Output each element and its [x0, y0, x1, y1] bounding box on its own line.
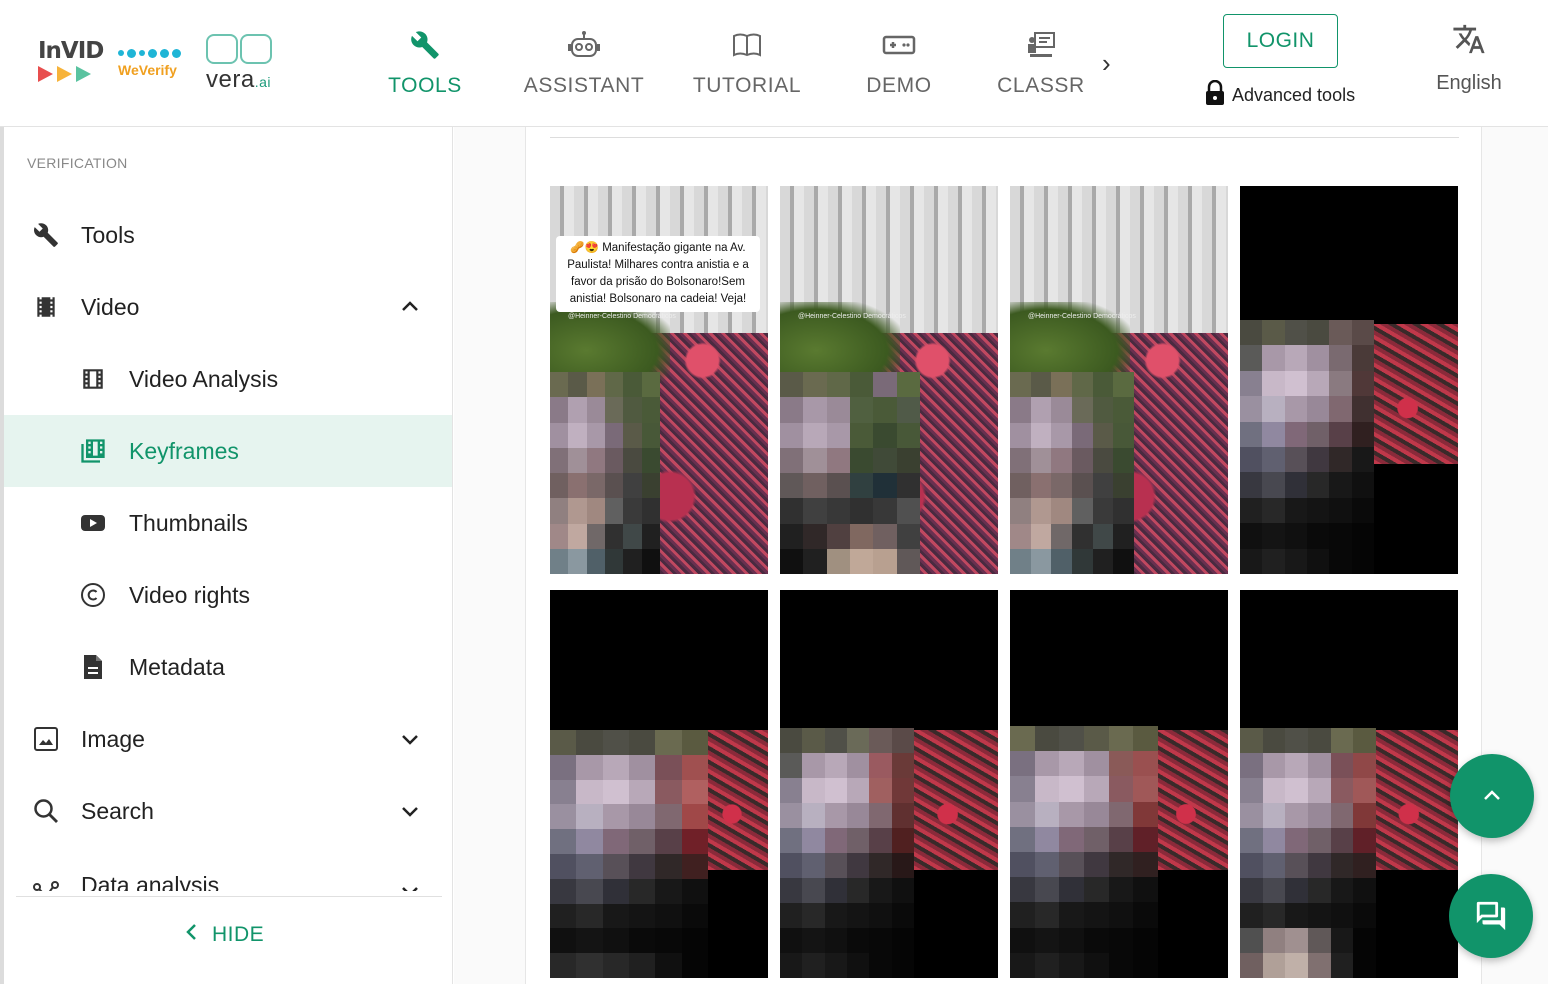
chevron-left-icon: [184, 923, 198, 947]
keyframes-icon: [79, 437, 107, 465]
top-app-bar: InVID WeVerify vera.ai TOOLS ASSISTANT T…: [0, 0, 1548, 127]
sidebar-item-label: Keyframes: [129, 437, 239, 464]
book-icon: [690, 28, 804, 62]
sidebar-item-image[interactable]: Image: [4, 703, 452, 775]
crowd-inset: [708, 730, 768, 870]
keyframe-watermark: @Heinner-Celestino Democráticos: [568, 313, 676, 320]
sidebar-item-video[interactable]: Video: [4, 271, 452, 343]
sidebar-item-video-analysis[interactable]: Video Analysis: [4, 343, 452, 415]
sidebar-item-search[interactable]: Search: [4, 775, 452, 847]
chevron-down-icon: [402, 807, 418, 817]
chevron-up-icon: [402, 301, 418, 311]
vera-hexagons-icon: [206, 34, 286, 64]
sidebar-item-tools[interactable]: Tools: [4, 199, 452, 271]
language-selector[interactable]: English: [1432, 22, 1506, 95]
blurred-face: [1240, 320, 1374, 574]
chevron-up-icon: [1484, 790, 1500, 800]
sidebar-item-label: Thumbnails: [129, 509, 248, 536]
card-divider: [550, 137, 1459, 138]
graph-icon: [32, 877, 60, 891]
lock-icon: [1204, 79, 1226, 111]
keyframe-watermark: @Heinner-Celestino Democráticos: [798, 313, 906, 320]
nav-demo[interactable]: DEMO: [858, 28, 940, 108]
keyframes-card: 🥜😍 Manifestação gigante na Av. Paulista!…: [525, 127, 1482, 984]
sidebar-item-data-analysis[interactable]: Data analysis: [4, 847, 452, 891]
sidebar: VERIFICATION Tools Video Video Analysis …: [4, 127, 453, 984]
keyframe-caption: 🥜😍 Manifestação gigante na Av. Paulista!…: [556, 236, 760, 312]
keyframe-thumbnail[interactable]: [1240, 186, 1458, 574]
sidebar-item-label: Data analysis: [81, 872, 220, 891]
sidebar-item-label: Search: [81, 797, 154, 824]
copyright-icon: [79, 581, 107, 609]
vera-logo-suffix: .ai: [254, 74, 271, 90]
blurred-face: [1240, 728, 1376, 978]
crowd-inset: [914, 730, 998, 870]
play-triangle-red: [38, 66, 53, 82]
main-content: 🥜😍 Manifestação gigante na Av. Paulista!…: [454, 127, 1548, 984]
wrench-icon: [380, 28, 470, 62]
film-strip-icon: [79, 365, 107, 393]
crowd-inset: [1374, 324, 1458, 464]
sidebar-item-keyframes[interactable]: Keyframes: [4, 415, 452, 487]
play-triangle-yellow: [57, 66, 72, 82]
blurred-face: [780, 372, 920, 574]
sidebar-item-metadata[interactable]: Metadata: [4, 631, 452, 703]
login-button[interactable]: LOGIN: [1223, 14, 1338, 68]
keyframe-thumbnail[interactable]: [1240, 590, 1458, 978]
chat-icon: [1476, 901, 1506, 931]
chevron-down-icon: [402, 887, 418, 891]
nav-tools[interactable]: TOOLS: [380, 28, 470, 108]
keyframe-thumbnail[interactable]: [1010, 590, 1228, 978]
invid-logo[interactable]: InVID: [38, 38, 108, 82]
classroom-icon: [994, 28, 1088, 62]
weverify-logo[interactable]: WeVerify: [118, 42, 188, 82]
vera-logo-text: vera: [206, 66, 255, 93]
blurred-face: [550, 730, 708, 978]
youtube-icon: [79, 509, 107, 537]
blurred-face: [780, 728, 914, 978]
nav-classroom[interactable]: CLASSR: [994, 28, 1088, 108]
vera-ai-logo[interactable]: vera.ai: [206, 34, 286, 93]
nav-assistant[interactable]: ASSISTANT: [518, 28, 650, 108]
advanced-tools-link[interactable]: Advanced tools: [1204, 79, 1355, 111]
chevron-down-icon: [402, 735, 418, 745]
chat-button[interactable]: [1449, 874, 1533, 958]
keyframe-watermark: @Heinner-Celestino Democráticos: [1028, 313, 1136, 320]
keyframe-thumbnail[interactable]: 🥜😍 Manifestação gigante na Av. Paulista!…: [550, 186, 768, 574]
nav-scroll-right-chevron-icon[interactable]: ›: [1102, 48, 1111, 79]
keyframe-thumbnail[interactable]: @Heinner-Celestino Democráticos: [1010, 186, 1228, 574]
image-icon: [32, 725, 60, 753]
wrench-icon: [32, 221, 60, 249]
document-icon: [79, 653, 107, 681]
gamepad-icon: [858, 28, 940, 62]
weverify-dots-icon: [118, 42, 188, 64]
keyframe-thumbnail[interactable]: [780, 590, 998, 978]
scroll-to-top-button[interactable]: [1450, 754, 1534, 838]
sidebar-item-video-rights[interactable]: Video rights: [4, 559, 452, 631]
play-triangle-green: [76, 66, 91, 82]
film-icon: [32, 293, 60, 321]
sidebar-item-label: Tools: [81, 221, 135, 248]
crowd-inset: [1376, 730, 1458, 870]
sidebar-item-label: Video Analysis: [129, 365, 279, 392]
sidebar-item-label: Metadata: [129, 653, 225, 680]
nav-tutorial[interactable]: TUTORIAL: [690, 28, 804, 108]
sidebar-section-title: VERIFICATION: [27, 155, 128, 171]
crowd-inset: [1158, 730, 1228, 870]
sidebar-item-label: Image: [81, 725, 145, 752]
sidebar-item-label: Video rights: [129, 581, 251, 608]
search-icon: [32, 797, 60, 825]
sidebar-divider: [16, 896, 442, 897]
keyframe-thumbnail[interactable]: @Heinner-Celestino Democráticos: [780, 186, 998, 574]
keyframe-thumbnail[interactable]: [550, 590, 768, 978]
translate-icon: [1432, 22, 1506, 56]
sidebar-item-label: Video: [81, 293, 140, 320]
blurred-face: [1010, 726, 1158, 978]
hide-sidebar-button[interactable]: HIDE: [184, 923, 264, 947]
blurred-face: [550, 372, 660, 574]
robot-icon: [518, 28, 650, 62]
blurred-face: [1010, 372, 1134, 574]
sidebar-item-thumbnails[interactable]: Thumbnails: [4, 487, 452, 559]
